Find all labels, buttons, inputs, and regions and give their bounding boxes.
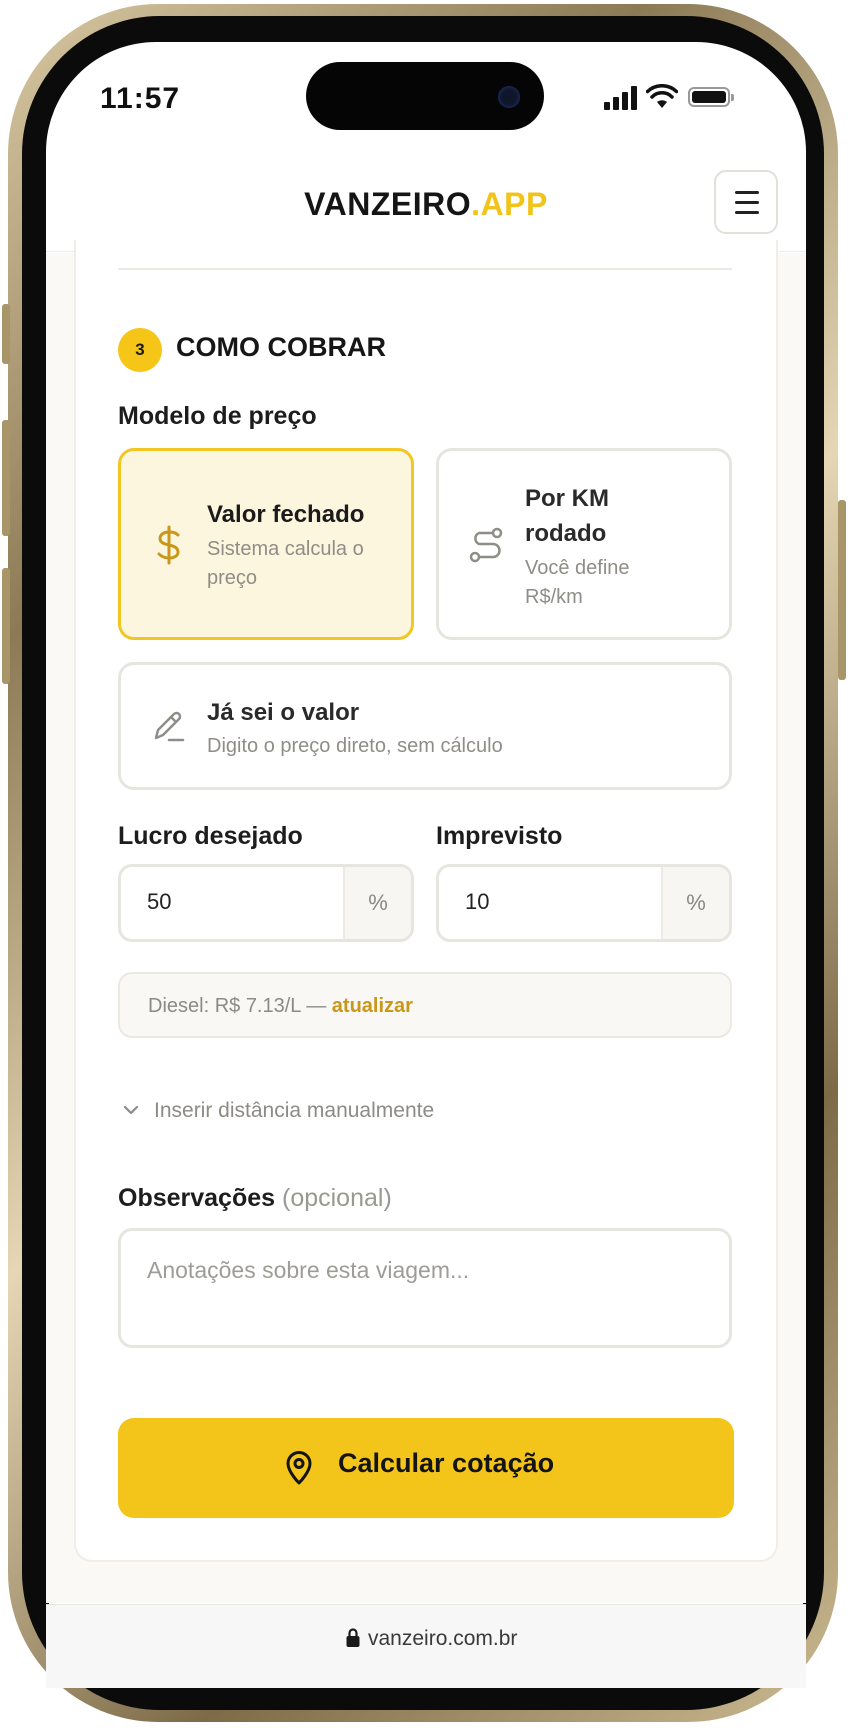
option-description: preço <box>207 567 258 589</box>
dynamic-island <box>306 62 544 130</box>
lock-icon <box>346 1628 360 1647</box>
percent-suffix: % <box>661 867 729 939</box>
notes-label: Observações (opcional) <box>118 1184 392 1213</box>
pencil-icon <box>154 711 185 742</box>
option-description: Digito o preço direto, sem cálculo <box>207 735 503 757</box>
profit-label: Lucro desejado <box>118 822 303 850</box>
pricing-model-label: Modelo de preço <box>118 402 317 430</box>
calculate-quote-button[interactable]: Calcular cotação <box>118 1418 734 1518</box>
option-title: Valor fechado <box>207 501 365 528</box>
option-title: Por KM <box>525 485 609 512</box>
option-por-km[interactable]: Por KM rodado Você define R$/km <box>436 448 732 640</box>
update-diesel-link[interactable]: atualizar <box>332 995 413 1017</box>
percent-suffix: % <box>343 867 411 939</box>
contingency-value[interactable]: 10 <box>465 889 489 915</box>
notes-textarea[interactable]: Anotações sobre esta viagem... <box>118 1228 732 1348</box>
section-title: COMO COBRAR <box>176 332 386 362</box>
notes-label-text: Observações <box>118 1184 276 1212</box>
camera-icon <box>498 86 520 108</box>
option-description: Você define <box>525 557 630 579</box>
route-icon <box>469 527 503 563</box>
option-valor-fechado[interactable]: Valor fechado Sistema calcula o preço <box>118 448 414 640</box>
option-description: Sistema calcula o <box>207 538 364 560</box>
manual-distance-label: Inserir distância manualmente <box>154 1099 435 1122</box>
diesel-info: Diesel: R$ 7.13/L — atualizar <box>118 972 732 1038</box>
logo-main: VANZEIRO <box>304 186 472 222</box>
app-header: VANZEIRO.APP <box>46 150 806 252</box>
signal-icon <box>604 86 640 110</box>
status-time: 11:57 <box>100 82 181 115</box>
divider <box>118 268 732 270</box>
option-ja-sei-o-valor[interactable]: Já sei o valor Digito o preço direto, se… <box>118 662 732 790</box>
calculate-quote-label: Calcular cotação <box>338 1448 555 1478</box>
option-title: Já sei o valor <box>207 699 360 726</box>
contingency-label: Imprevisto <box>436 822 563 850</box>
diesel-price: Diesel: R$ 7.13/L — <box>148 995 332 1017</box>
notes-placeholder: Anotações sobre esta viagem... <box>147 1257 470 1283</box>
profit-value[interactable]: 50 <box>147 889 171 915</box>
chevron-down-icon <box>123 1105 139 1115</box>
profit-input[interactable]: 50 % <box>118 864 414 942</box>
dollar-icon <box>157 525 180 565</box>
phone-side-button <box>2 420 10 536</box>
contingency-input[interactable]: 10 % <box>436 864 732 942</box>
browser-url-bar[interactable]: vanzeiro.com.br <box>46 1604 806 1688</box>
wifi-icon <box>646 84 678 108</box>
menu-button[interactable] <box>714 170 778 234</box>
battery-icon <box>688 87 734 107</box>
phone-side-button <box>2 304 10 364</box>
phone-side-button <box>838 500 846 680</box>
logo-accent: .APP <box>471 186 548 222</box>
url-text: vanzeiro.com.br <box>368 1627 518 1650</box>
step-badge: 3 <box>118 328 162 372</box>
notes-optional: (opcional) <box>282 1184 392 1212</box>
logo[interactable]: VANZEIRO.APP <box>46 186 806 223</box>
map-pin-icon <box>286 1451 312 1485</box>
phone-side-button <box>2 568 10 684</box>
option-description: R$/km <box>525 586 583 608</box>
option-title: rodado <box>525 520 607 547</box>
